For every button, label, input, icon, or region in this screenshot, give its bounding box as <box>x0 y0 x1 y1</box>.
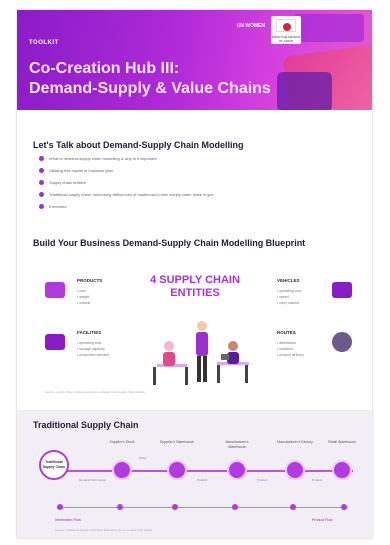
section3-title: Traditional Supply Chain <box>33 420 139 430</box>
flow-timeline <box>57 507 347 508</box>
factory-icon <box>285 460 305 480</box>
product-flow-label: Product Flow <box>312 518 333 522</box>
node-label: Manufacturer's Warehouse <box>225 440 249 449</box>
toolkit-label: TOOLKIT <box>29 40 59 46</box>
flow-label: Product <box>197 478 208 482</box>
globe-icon <box>332 332 352 352</box>
japan-flag-icon <box>276 19 296 32</box>
products-label: PRODUCTS <box>77 278 103 283</box>
vehicles-list: operating cost speed carry volume <box>277 288 301 306</box>
warehouse-icon <box>227 460 247 480</box>
flow-label: Order <box>139 456 147 460</box>
facilities-icon <box>45 334 65 350</box>
node-label: Supplier's Stock <box>109 440 135 444</box>
routes-label: ROUTES <box>277 330 296 335</box>
list-item: Utilising this capital in business plan <box>39 167 339 179</box>
vehicles-label: VEHICLES <box>277 278 300 283</box>
people-illustration <box>153 321 249 385</box>
list-item: volume <box>77 300 90 306</box>
timeline-dot <box>117 504 123 510</box>
timeline-dot <box>232 504 238 510</box>
products-list: cost weight volume <box>77 288 90 306</box>
blueprint-footnote: Source: supply chain entities descriptio… <box>45 390 145 394</box>
banner-decoration <box>277 72 332 110</box>
list-item: production demand <box>77 352 109 358</box>
node-label: Supplier's Warehouse <box>159 440 194 444</box>
toolkit-page: TOOLKIT Co-Creation Hub III: Demand-Supp… <box>17 10 372 538</box>
flow-label: Product <box>257 478 268 482</box>
list-item: Traditional supply chain: describing dif… <box>39 191 339 203</box>
timeline-dot <box>341 504 347 510</box>
japan-logo-caption: FROM THE PEOPLE OF JAPAN <box>271 35 301 43</box>
supply-chain-entities-title: 4 SUPPLY CHAIN ENTITIES <box>150 274 240 299</box>
facilities-list: operating cost storage capacity producti… <box>77 340 109 358</box>
list-item: Exercises <box>39 203 339 215</box>
page-title-line1: Co-Creation Hub III: <box>29 60 180 77</box>
flow-label: Demand Information <box>79 478 107 482</box>
blueprint-infographic: PRODUCTS cost weight volume FACILITIES o… <box>27 268 362 400</box>
list-item: Supply chain entities <box>39 179 339 191</box>
store-icon <box>332 460 352 480</box>
node-label: Retail Warehouse <box>328 440 356 444</box>
list-item: carry volume <box>277 300 301 306</box>
routes-list: distribution selection product delivery <box>277 340 304 358</box>
timeline-dot <box>290 504 296 510</box>
timeline-dot <box>57 504 63 510</box>
page-title-line2: Demand-Supply & Value Chains <box>29 80 271 97</box>
timeline-dot <box>172 504 178 510</box>
un-women-logo: UN WOMEN <box>236 23 265 29</box>
section1-title: Let's Talk about Demand-Supply Chain Mod… <box>33 140 244 150</box>
japan-logo: FROM THE PEOPLE OF JAPAN <box>271 16 301 44</box>
list-item: product delivery <box>277 352 304 358</box>
flow-label: Product <box>312 478 323 482</box>
facilities-label: FACILITIES <box>77 330 102 335</box>
supply-chain-footnote: Source: traditional supply chain flow il… <box>55 528 152 532</box>
information-flow-label: Information Flow <box>55 518 81 522</box>
agenda-list: What is demand-supply chain modelling & … <box>39 155 339 215</box>
node-label: Manufacturer's Factory <box>277 440 313 444</box>
warehouse-icon <box>112 460 132 480</box>
banner-decoration <box>294 14 364 42</box>
products-icon <box>45 282 65 298</box>
warehouse-icon <box>167 460 187 480</box>
truck-icon <box>332 282 352 298</box>
start-node: Traditional Supply Chain <box>39 450 69 480</box>
list-item: What is demand-supply chain modelling & … <box>39 155 339 167</box>
supply-chain-line <box>55 470 353 472</box>
section2-title: Build Your Business Demand-Supply Chain … <box>33 238 306 248</box>
header-banner: TOOLKIT Co-Creation Hub III: Demand-Supp… <box>17 10 372 110</box>
